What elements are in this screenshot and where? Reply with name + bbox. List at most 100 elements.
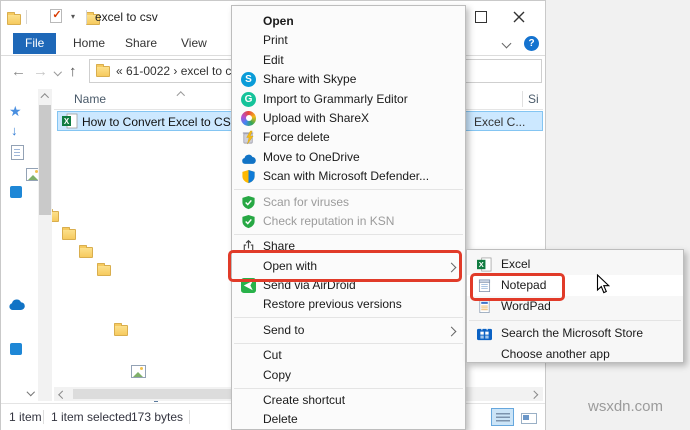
menu-item-scan-for-viruses[interactable]: Scan for viruses xyxy=(232,193,465,212)
menu-separator xyxy=(234,189,463,191)
status-item-count: 1 item xyxy=(9,410,42,424)
column-divider[interactable] xyxy=(522,91,523,107)
menu-item-cut[interactable]: Cut xyxy=(232,346,465,365)
menu-item-copy[interactable]: Copy xyxy=(232,366,465,385)
submenu-item-wordpad[interactable]: WordPad xyxy=(467,296,683,317)
menu-item-force-delete[interactable]: Force delete xyxy=(232,128,465,147)
submenu-arrow-icon xyxy=(446,326,457,337)
tab-file[interactable]: File xyxy=(13,33,57,54)
device-icon[interactable] xyxy=(10,343,22,355)
vertical-scrollbar-thumb[interactable] xyxy=(39,105,51,215)
qat-separator xyxy=(86,10,87,24)
mouse-cursor xyxy=(596,274,610,294)
quick-access-star-icon[interactable]: ★ xyxy=(9,103,22,120)
folder-icon[interactable] xyxy=(96,263,111,276)
column-header-size[interactable]: Si xyxy=(528,89,539,109)
folder-icon[interactable] xyxy=(79,245,94,258)
thumbnail-view-icon xyxy=(521,413,537,424)
menu-item-import-grammarly[interactable]: G Import to Grammarly Editor xyxy=(232,90,465,109)
submenu-item-search-microsoft-store[interactable]: Search the Microsoft Store xyxy=(467,323,683,344)
recent-locations-icon[interactable] xyxy=(53,67,62,76)
force-delete-icon xyxy=(242,131,254,145)
menu-separator xyxy=(234,317,463,319)
open-with-submenu: X Excel Notepad WordPad Search the Micro… xyxy=(466,249,684,363)
antivirus-shield-icon xyxy=(242,195,255,209)
onedrive-icon xyxy=(242,154,256,164)
defender-icon xyxy=(242,170,255,184)
scroll-left-icon[interactable] xyxy=(58,390,67,399)
status-divider xyxy=(189,410,190,424)
sharex-icon xyxy=(241,110,256,126)
menu-item-send-via-airdroid[interactable]: Send via AirDroid xyxy=(232,276,465,295)
thumbnail-view-button[interactable] xyxy=(516,408,539,426)
wordpad-icon xyxy=(479,300,490,313)
qat-folder-icon xyxy=(7,12,21,25)
submenu-item-excel[interactable]: X Excel xyxy=(467,254,683,275)
downloads-arrow-icon[interactable]: ↓ xyxy=(11,123,18,138)
documents-icon[interactable] xyxy=(11,145,24,160)
menu-item-restore-previous-versions[interactable]: Restore previous versions xyxy=(232,295,465,314)
skype-icon: S xyxy=(241,72,256,88)
qat-separator xyxy=(26,10,27,24)
scroll-up-icon[interactable] xyxy=(40,93,49,102)
microsoft-store-icon xyxy=(477,326,492,341)
menu-item-upload-sharex[interactable]: Upload with ShareX xyxy=(232,109,465,128)
file-name: How to Convert Excel to CSV v xyxy=(82,115,249,129)
breadcrumb[interactable]: « 61-0022 › excel to c xyxy=(116,60,231,82)
antivirus-shield-icon xyxy=(242,214,255,228)
folder-icon[interactable] xyxy=(114,323,129,336)
back-icon[interactable]: ← xyxy=(11,56,26,89)
menu-item-check-reputation-ksn[interactable]: Check reputation in KSN xyxy=(232,212,465,231)
submenu-arrow-icon xyxy=(446,262,457,273)
close-icon[interactable] xyxy=(512,10,526,24)
column-header-name[interactable]: Name xyxy=(74,89,106,109)
up-icon[interactable]: ↑ xyxy=(69,56,77,89)
tab-share[interactable]: Share xyxy=(113,33,169,54)
forward-icon[interactable]: → xyxy=(33,56,48,89)
file-type: Excel C... xyxy=(474,115,526,129)
notepad-icon xyxy=(478,279,491,292)
maximize-button[interactable] xyxy=(475,11,487,23)
address-folder-icon xyxy=(96,64,110,77)
folder-icon[interactable] xyxy=(62,227,77,240)
svg-text:X: X xyxy=(64,117,70,126)
sort-ascending-icon[interactable] xyxy=(176,91,185,100)
menu-item-scan-defender[interactable]: Scan with Microsoft Defender... xyxy=(232,167,465,186)
tab-home[interactable]: Home xyxy=(61,33,117,54)
share-icon xyxy=(243,240,254,253)
menu-item-create-shortcut[interactable]: Create shortcut xyxy=(232,391,465,410)
menu-item-edit[interactable]: Edit xyxy=(232,51,465,70)
scroll-right-icon[interactable] xyxy=(529,390,538,399)
menu-item-share[interactable]: Share xyxy=(232,237,465,256)
menu-item-open-with[interactable]: Open with xyxy=(232,257,465,276)
submenu-item-choose-another-app[interactable]: Choose another app xyxy=(467,344,683,365)
menu-item-send-to[interactable]: Send to xyxy=(232,321,465,340)
qat-dropdown-icon[interactable]: ▾ xyxy=(71,1,75,33)
menu-separator xyxy=(234,233,463,235)
window-title: excel to csv xyxy=(95,10,158,24)
menu-item-delete[interactable]: Delete xyxy=(232,410,465,429)
menu-item-print[interactable]: Print xyxy=(232,31,465,50)
device-icon[interactable] xyxy=(10,186,22,198)
ribbon-collapse-icon[interactable] xyxy=(501,38,512,49)
expander-chevron-icon[interactable] xyxy=(26,387,35,396)
menu-item-move-to-onedrive[interactable]: Move to OneDrive xyxy=(232,148,465,167)
menu-item-share-with-skype[interactable]: S Share with Skype xyxy=(232,70,465,89)
tab-view[interactable]: View xyxy=(169,33,219,54)
menu-item-open[interactable]: Open xyxy=(232,12,465,31)
menu-separator xyxy=(234,342,463,344)
context-menu: Open Print Edit S Share with Skype G Imp… xyxy=(231,5,466,430)
svg-text:X: X xyxy=(479,260,484,269)
vertical-scrollbar[interactable] xyxy=(38,89,52,401)
search-input[interactable] xyxy=(456,59,542,83)
help-icon[interactable]: ? xyxy=(524,36,539,51)
qat-properties-icon[interactable] xyxy=(50,8,63,23)
onedrive-cloud-icon[interactable] xyxy=(8,299,25,311)
pictures-icon[interactable] xyxy=(131,365,147,378)
submenu-separator xyxy=(469,319,681,321)
excel-file-icon: X xyxy=(62,113,78,129)
details-view-button[interactable] xyxy=(491,408,514,426)
details-view-icon xyxy=(496,413,510,422)
submenu-item-notepad[interactable]: Notepad xyxy=(467,275,683,296)
airdroid-icon xyxy=(241,278,256,294)
